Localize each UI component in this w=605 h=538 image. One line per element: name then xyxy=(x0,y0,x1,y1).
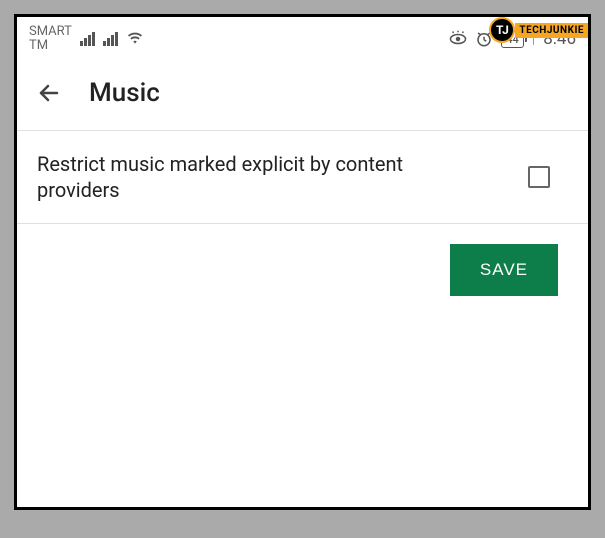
save-button[interactable]: SAVE xyxy=(450,244,558,296)
back-icon[interactable] xyxy=(37,81,61,105)
app-frame: TJ TECHJUNKIE SMART TM xyxy=(14,14,591,510)
signal-icon-2 xyxy=(103,32,118,46)
setting-label: Restrict music marked explicit by conten… xyxy=(37,151,457,203)
watermark-logo: TJ xyxy=(489,17,515,43)
signal-icon xyxy=(80,32,95,46)
page-title: Music xyxy=(89,78,160,108)
wifi-icon xyxy=(126,32,144,46)
watermark-text: TECHJUNKIE xyxy=(515,23,588,38)
carrier-label: SMART TM xyxy=(29,25,72,54)
explicit-restriction-row[interactable]: Restrict music marked explicit by conten… xyxy=(17,131,588,224)
eye-icon xyxy=(449,30,467,48)
actions-bar: SAVE xyxy=(17,224,588,316)
status-left: SMART TM xyxy=(29,25,144,54)
page-header: Music xyxy=(17,58,588,131)
explicit-checkbox[interactable] xyxy=(528,166,550,188)
watermark: TJ TECHJUNKIE xyxy=(489,17,588,43)
